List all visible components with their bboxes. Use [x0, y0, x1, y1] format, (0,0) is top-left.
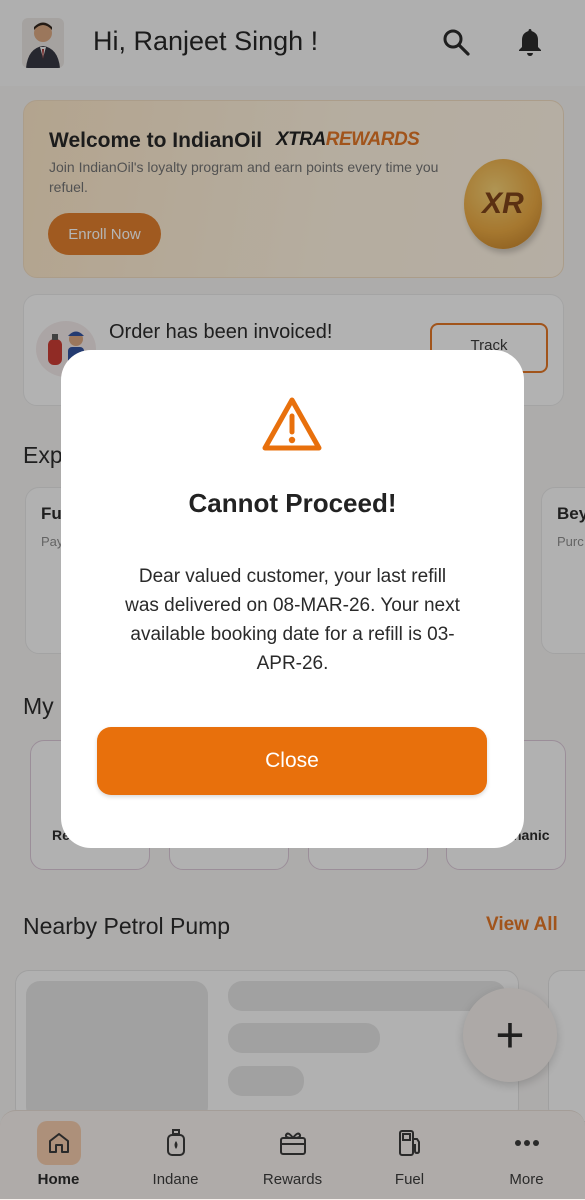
dialog-title: Cannot Proceed!: [188, 488, 397, 518]
dialog-message: Dear valued customer, your last refill w…: [125, 566, 460, 674]
close-button[interactable]: Close: [97, 727, 487, 795]
cannot-proceed-dialog: Cannot Proceed! Dear valued customer, yo…: [61, 350, 524, 848]
warning-icon: [261, 396, 323, 452]
